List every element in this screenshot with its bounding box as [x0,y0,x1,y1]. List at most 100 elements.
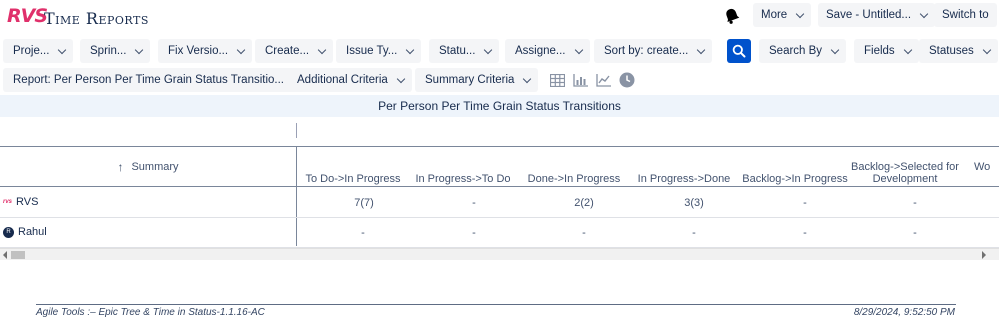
fields-label: Fields [864,45,895,57]
column-header[interactable]: Done->In Progress [520,173,628,185]
chevron-down-icon [903,45,912,54]
chevron-down-icon [982,45,991,54]
switch-label: Switch to [942,9,989,21]
bar-chart-icon[interactable] [572,72,589,89]
app-header: RVS Time Reports More Save - Untitled...… [0,0,999,33]
footer-app-version: Agile Tools :– Epic Tree & Time in Statu… [36,307,265,318]
statuses-label: Statuses [929,45,974,57]
scroll-left-arrow-icon[interactable] [3,251,7,259]
report-title-band: Per Person Per Time Grain Status Transit… [0,95,999,117]
save-button[interactable]: Save - Untitled... [818,3,936,27]
table-row: rvs RVS [3,196,38,208]
more-label: More [761,9,788,21]
chevron-down-icon [396,74,406,83]
more-button[interactable]: More [753,3,812,27]
table-cell[interactable]: 2(2) [534,197,634,209]
sprint-filter[interactable]: Sprin... [80,39,151,63]
table-cell[interactable]: - [865,197,965,209]
assignee-filter-label: Assigne... [515,45,566,57]
chevron-down-icon [317,45,327,54]
avatar: R [3,226,14,238]
chevron-down-icon [236,45,246,54]
report-type-label: Report: Per Person Per Time Grain Status… [13,74,284,86]
summary-criteria-label: Summary Criteria [425,74,515,86]
summary-column-header[interactable]: ↑ Summary [0,147,296,187]
column-header[interactable]: Backlog->In Progress [741,173,849,185]
switch-to-button[interactable]: Switch to [934,3,997,27]
additional-criteria-label: Additional Criteria [297,74,388,86]
table-cell[interactable]: - [755,227,855,239]
fix-version-filter[interactable]: Fix Versio... [158,39,253,63]
horizontal-scrollbar[interactable] [0,248,999,260]
scroll-right-arrow-icon[interactable] [982,251,986,259]
footer-timestamp: 8/29/2024, 9:52:50 PM [853,307,955,318]
save-label: Save - Untitled... [826,9,912,21]
search-by-dropdown[interactable]: Search By [759,39,847,63]
app-title: Time Reports [44,9,149,28]
rvs-logo: RVS [7,4,48,28]
chevron-down-icon [795,9,805,18]
table-cell[interactable]: - [424,197,524,209]
table-cell[interactable]: - [424,227,524,239]
fields-dropdown[interactable]: Fields [854,39,919,63]
table-cell[interactable]: - [865,227,965,239]
summary-header-label: Summary [131,161,179,173]
table-cell[interactable]: - [534,227,634,239]
status-filter-label: Statu... [439,45,476,57]
footer-divider [36,304,956,305]
notification-bell-icon[interactable] [723,7,741,25]
chevron-down-icon [484,45,493,54]
summary-criteria-dropdown[interactable]: Summary Criteria [415,68,539,92]
column-header[interactable]: To Do->In Progress [300,173,406,185]
chevron-down-icon [135,45,144,54]
row-divider [0,217,999,218]
row-name: RVS [16,196,39,208]
additional-criteria-dropdown[interactable]: Additional Criteria [287,68,412,92]
table-cell[interactable]: 7(7) [300,197,428,209]
column-header[interactable]: Backlog->Selected for Development [851,161,959,185]
status-filter[interactable]: Statu... [429,39,500,63]
chevron-down-icon [58,45,67,54]
statuses-dropdown[interactable]: Statuses [919,39,998,63]
fix-version-filter-label: Fix Versio... [168,45,229,57]
project-filter-label: Proje... [13,45,50,57]
column-divider [296,123,297,138]
issue-type-filter-label: Issue Ty... [346,45,398,57]
summary-column-divider [296,146,297,246]
assignee-filter[interactable]: Assigne... [505,39,590,63]
sort-arrow-icon: ↑ [117,160,124,174]
column-header[interactable]: In Progress->To Do [409,173,517,185]
sort-by-dropdown[interactable]: Sort by: create... [594,39,713,63]
table-row: R Rahul [3,226,47,238]
chevron-down-icon [697,45,706,54]
project-filter[interactable]: Proje... [3,39,74,63]
created-filter-label: Create... [265,45,310,57]
table-cell[interactable]: - [313,227,413,239]
issue-type-filter[interactable]: Issue Ty... [336,39,422,63]
created-filter[interactable]: Create... [255,39,334,63]
chevron-down-icon [574,45,583,54]
logo-mark: RVS [7,5,48,27]
search-by-label: Search By [769,45,823,57]
chevron-down-icon [919,9,929,18]
table-cell[interactable]: - [755,197,855,209]
search-icon [732,44,746,58]
table-view-icon[interactable] [549,72,566,89]
chevron-down-icon [830,45,840,54]
row-name: Rahul [18,226,47,238]
scrollbar-thumb[interactable] [11,251,25,259]
column-header[interactable]: Wo [974,161,999,173]
table-cell[interactable]: 3(3) [644,197,744,209]
column-header[interactable]: In Progress->Done [630,173,738,185]
report-type-dropdown[interactable]: Report: Per Person Per Time Grain Status… [3,68,308,92]
line-chart-icon[interactable] [595,72,612,89]
table-cell[interactable]: - [644,227,744,239]
search-button[interactable] [727,39,751,63]
sort-by-label: Sort by: create... [604,45,689,57]
chevron-down-icon [523,74,532,83]
sprint-filter-label: Sprin... [90,45,127,57]
rvs-avatar: rvs [3,199,13,205]
clock-icon[interactable] [618,72,635,89]
chevron-down-icon [406,45,415,54]
report-title: Per Person Per Time Grain Status Transit… [378,99,621,113]
